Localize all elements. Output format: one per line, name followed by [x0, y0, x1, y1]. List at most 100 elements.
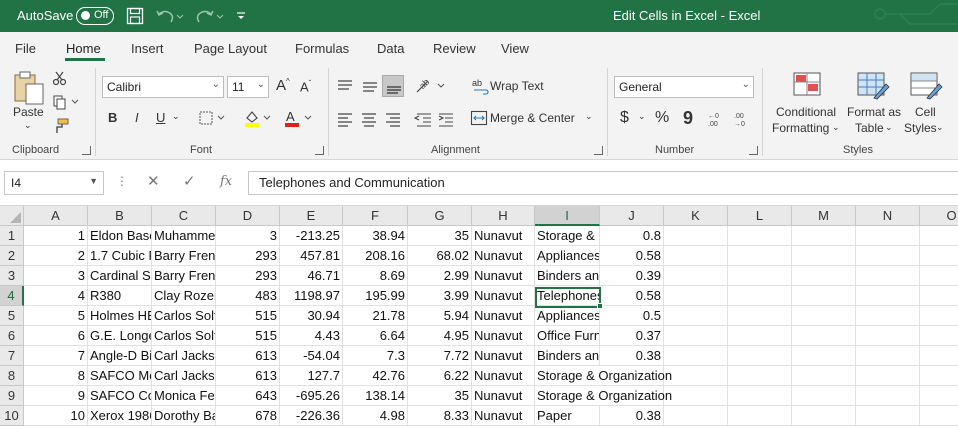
- cell-l6[interactable]: [728, 326, 792, 346]
- cell-a9[interactable]: 9: [24, 386, 88, 406]
- cell-n6[interactable]: [856, 326, 920, 346]
- tab-review[interactable]: Review: [433, 41, 476, 56]
- format-as-table-line2[interactable]: Table: [855, 121, 884, 135]
- cell-o1[interactable]: [920, 226, 958, 246]
- cell-m1[interactable]: [792, 226, 856, 246]
- cell-j6[interactable]: 0.37: [600, 326, 664, 346]
- column-header-j[interactable]: J: [600, 206, 664, 226]
- cell-h10[interactable]: Nunavut: [472, 406, 535, 426]
- cell-b10[interactable]: Xerox 1986: [88, 406, 152, 426]
- wrap-text-icon[interactable]: ab: [472, 77, 490, 95]
- cell-f4[interactable]: 195.99: [343, 286, 408, 306]
- cell-b2[interactable]: 1.7 Cubic Foot: [88, 246, 152, 266]
- cell-n3[interactable]: [856, 266, 920, 286]
- column-header-d[interactable]: D: [216, 206, 280, 226]
- enter-icon[interactable]: ✓: [183, 172, 196, 190]
- undo-icon[interactable]: [155, 7, 185, 25]
- cell-g6[interactable]: 4.95: [408, 326, 472, 346]
- cell-d6[interactable]: 515: [216, 326, 280, 346]
- merge-dropdown-icon[interactable]: ⌄: [585, 111, 593, 122]
- more-options-icon[interactable]: ⋮: [116, 174, 128, 188]
- cell-d4[interactable]: 483: [216, 286, 280, 306]
- cell-j7[interactable]: 0.38: [600, 346, 664, 366]
- cell-g5[interactable]: 5.94: [408, 306, 472, 326]
- cell-d1[interactable]: 3: [216, 226, 280, 246]
- cell-n10[interactable]: [856, 406, 920, 426]
- cell-c7[interactable]: Carl Jackson: [152, 346, 216, 366]
- cell-e5[interactable]: 30.94: [280, 306, 343, 326]
- cell-h7[interactable]: Nunavut: [472, 346, 535, 366]
- cell-m3[interactable]: [792, 266, 856, 286]
- save-icon[interactable]: [126, 7, 144, 25]
- copy-icon[interactable]: [52, 94, 80, 110]
- cell-a7[interactable]: 7: [24, 346, 88, 366]
- format-painter-icon[interactable]: [52, 118, 70, 134]
- fill-handle[interactable]: [597, 303, 603, 309]
- cell-o3[interactable]: [920, 266, 958, 286]
- cell-b3[interactable]: Cardinal Slant: [88, 266, 152, 286]
- cell-g8[interactable]: 6.22: [408, 366, 472, 386]
- cell-g9[interactable]: 35: [408, 386, 472, 406]
- column-header-f[interactable]: F: [343, 206, 408, 226]
- autosave-toggle[interactable]: Off: [76, 7, 114, 25]
- chevron-down-icon[interactable]: ⌄: [832, 122, 840, 133]
- chevron-down-icon[interactable]: ⌄: [936, 122, 944, 133]
- cell-m6[interactable]: [792, 326, 856, 346]
- cell-b8[interactable]: SAFCO Mobile: [88, 366, 152, 386]
- cell-k2[interactable]: [664, 246, 728, 266]
- cell-m5[interactable]: [792, 306, 856, 326]
- cell-m8[interactable]: [792, 366, 856, 386]
- horizontal-align-indent-icons[interactable]: [335, 110, 465, 128]
- formula-input[interactable]: Telephones and Communication: [248, 171, 958, 195]
- row-header-4[interactable]: 4: [0, 286, 24, 306]
- cell-k10[interactable]: [664, 406, 728, 426]
- cell-n1[interactable]: [856, 226, 920, 246]
- number-launcher-icon[interactable]: [749, 146, 758, 155]
- fill-color-icon[interactable]: [243, 108, 273, 128]
- cell-c1[interactable]: Muhammed: [152, 226, 216, 246]
- cell-o6[interactable]: [920, 326, 958, 346]
- increase-font-size-icon[interactable]: A^: [276, 77, 290, 94]
- chevron-down-icon[interactable]: ▼: [89, 176, 98, 186]
- cell-d9[interactable]: 643: [216, 386, 280, 406]
- cell-d5[interactable]: 515: [216, 306, 280, 326]
- percent-button[interactable]: %: [655, 109, 669, 127]
- cell-h6[interactable]: Nunavut: [472, 326, 535, 346]
- customize-toolbar-icon[interactable]: [235, 7, 247, 25]
- cell-e4[interactable]: 1198.97: [280, 286, 343, 306]
- decrease-font-size-icon[interactable]: Aˇ: [300, 79, 311, 94]
- cell-e9[interactable]: -695.26: [280, 386, 343, 406]
- column-header-l[interactable]: L: [728, 206, 792, 226]
- cell-m9[interactable]: [792, 386, 856, 406]
- cell-a2[interactable]: 2: [24, 246, 88, 266]
- cell-h8[interactable]: Nunavut: [472, 366, 535, 386]
- tab-page-layout[interactable]: Page Layout: [194, 41, 267, 56]
- cell-o8[interactable]: [920, 366, 958, 386]
- cell-i4[interactable]: Telephones and Communication: [535, 286, 600, 306]
- cell-g2[interactable]: 68.02: [408, 246, 472, 266]
- cell-k1[interactable]: [664, 226, 728, 246]
- cell-i1[interactable]: Storage & Organization: [535, 226, 600, 246]
- cell-d3[interactable]: 293: [216, 266, 280, 286]
- cell-e8[interactable]: 127.7: [280, 366, 343, 386]
- orientation-icon[interactable]: ab: [414, 76, 448, 96]
- italic-button[interactable]: I: [135, 110, 139, 125]
- cell-n4[interactable]: [856, 286, 920, 306]
- cell-k6[interactable]: [664, 326, 728, 346]
- merge-center-button[interactable]: Merge & Center: [490, 111, 575, 125]
- cell-f2[interactable]: 208.16: [343, 246, 408, 266]
- font-launcher-icon[interactable]: [315, 146, 324, 155]
- row-header-1[interactable]: 1: [0, 226, 24, 246]
- column-header-m[interactable]: M: [792, 206, 856, 226]
- tab-home[interactable]: Home: [66, 41, 101, 56]
- cell-h2[interactable]: Nunavut: [472, 246, 535, 266]
- cell-j5[interactable]: 0.5: [600, 306, 664, 326]
- row-header-3[interactable]: 3: [0, 266, 24, 286]
- underline-dropdown-icon[interactable]: ⌄: [172, 111, 180, 122]
- cell-k5[interactable]: [664, 306, 728, 326]
- cell-i6[interactable]: Office Furnishings: [535, 326, 600, 346]
- cell-h1[interactable]: Nunavut: [472, 226, 535, 246]
- paste-icon[interactable]: [12, 70, 46, 106]
- cell-j4[interactable]: 0.58: [600, 286, 664, 306]
- cell-n8[interactable]: [856, 366, 920, 386]
